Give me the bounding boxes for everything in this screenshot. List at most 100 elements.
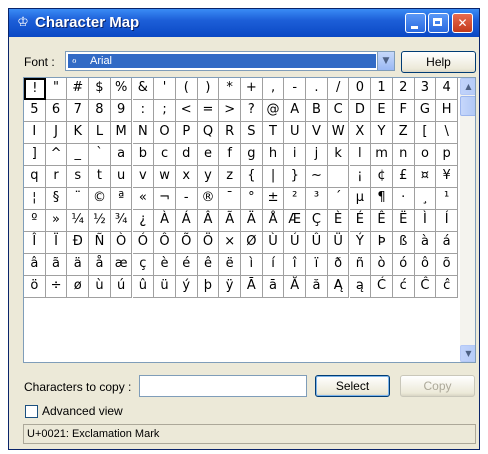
character-cell[interactable]: K bbox=[67, 122, 90, 144]
character-cell[interactable]: E bbox=[371, 100, 393, 122]
character-cell[interactable]: é bbox=[175, 254, 198, 276]
character-cell[interactable]: e bbox=[197, 144, 220, 166]
select-button[interactable]: Select bbox=[315, 375, 390, 397]
character-cell[interactable]: ´ bbox=[327, 188, 350, 210]
character-cell[interactable]: H bbox=[436, 100, 458, 122]
character-cell[interactable]: a bbox=[110, 144, 133, 166]
character-cell[interactable]: ¡ bbox=[349, 166, 372, 188]
maximize-button[interactable] bbox=[428, 13, 449, 33]
character-cell[interactable]: j bbox=[306, 144, 328, 166]
character-cell[interactable]: Ä bbox=[241, 210, 263, 232]
character-cell[interactable]: à bbox=[414, 232, 437, 254]
character-cell[interactable]: Ù bbox=[262, 232, 285, 254]
character-cell[interactable]: ç bbox=[132, 254, 155, 276]
character-cell[interactable] bbox=[327, 166, 350, 188]
character-cell[interactable]: 3 bbox=[414, 78, 437, 100]
character-cell[interactable]: Ç bbox=[306, 210, 328, 232]
character-cell[interactable]: 6 bbox=[45, 100, 68, 122]
character-cell[interactable]: Ð bbox=[67, 232, 90, 254]
character-cell[interactable]: 2 bbox=[392, 78, 415, 100]
character-cell[interactable]: É bbox=[349, 210, 372, 232]
character-cell[interactable]: s bbox=[67, 166, 90, 188]
character-cell[interactable]: ø bbox=[67, 276, 90, 298]
character-cell[interactable]: ï bbox=[306, 254, 328, 276]
character-cell[interactable]: J bbox=[45, 122, 68, 144]
character-cell[interactable]: " bbox=[45, 78, 68, 100]
character-cell[interactable]: ê bbox=[197, 254, 220, 276]
character-cell[interactable]: £ bbox=[392, 166, 415, 188]
character-cell[interactable]: ¥ bbox=[436, 166, 458, 188]
character-cell[interactable]: u bbox=[110, 166, 133, 188]
character-cell[interactable]: ¼ bbox=[67, 210, 90, 232]
character-cell[interactable]: r bbox=[45, 166, 68, 188]
character-cell[interactable]: 4 bbox=[436, 78, 458, 100]
character-cell[interactable]: b bbox=[132, 144, 155, 166]
character-grid[interactable]: ! " # $% & '() * +, -./0 1 2 3 4 5 6 7 8 9:; < = >? @ A B C D E F G H… bbox=[24, 78, 458, 362]
character-cell[interactable]: « bbox=[132, 188, 155, 210]
characters-to-copy-input[interactable] bbox=[139, 375, 307, 397]
character-cell[interactable]: Ò bbox=[110, 232, 133, 254]
character-cell[interactable]: ¯ bbox=[219, 188, 241, 210]
character-cell[interactable]: ì bbox=[241, 254, 263, 276]
character-cell[interactable]: ö bbox=[24, 276, 46, 298]
character-cell[interactable]: m bbox=[371, 144, 393, 166]
character-cell[interactable]: ¸ bbox=[414, 188, 437, 210]
character-cell[interactable]: . bbox=[306, 78, 328, 100]
character-cell[interactable]: p bbox=[436, 144, 458, 166]
character-cell[interactable]: L bbox=[89, 122, 111, 144]
character-cell[interactable]: Å bbox=[262, 210, 285, 232]
character-cell[interactable]: ¤ bbox=[414, 166, 437, 188]
advanced-view-checkbox[interactable] bbox=[25, 405, 38, 418]
character-cell[interactable]: 7 bbox=[67, 100, 90, 122]
character-cell[interactable]: ã bbox=[45, 254, 68, 276]
character-cell[interactable]: ó bbox=[392, 254, 415, 276]
character-cell[interactable]: Ñ bbox=[89, 232, 111, 254]
character-cell[interactable]: O bbox=[154, 122, 176, 144]
character-cell[interactable]: w bbox=[154, 166, 176, 188]
character-cell[interactable]: t bbox=[89, 166, 111, 188]
character-cell[interactable]: þ bbox=[197, 276, 220, 298]
character-cell[interactable]: > bbox=[219, 100, 241, 122]
character-cell[interactable]: Ú bbox=[284, 232, 307, 254]
character-cell[interactable]: á bbox=[436, 232, 458, 254]
character-cell[interactable]: h bbox=[262, 144, 285, 166]
character-cell[interactable]: k bbox=[327, 144, 350, 166]
character-cell[interactable]: $ bbox=[89, 78, 111, 100]
character-cell[interactable]: Ø bbox=[241, 232, 263, 254]
character-cell[interactable]: 5 bbox=[24, 100, 46, 122]
character-cell[interactable]: ô bbox=[414, 254, 437, 276]
character-cell[interactable]: W bbox=[327, 122, 350, 144]
character-cell[interactable]: ` bbox=[89, 144, 111, 166]
character-cell[interactable]: ¶ bbox=[371, 188, 393, 210]
help-button[interactable]: Help bbox=[401, 51, 476, 73]
character-cell[interactable]: Û bbox=[306, 232, 328, 254]
character-cell[interactable]: û bbox=[132, 276, 155, 298]
character-cell[interactable]: # bbox=[67, 78, 90, 100]
character-cell[interactable]: + bbox=[241, 78, 263, 100]
character-cell[interactable]: ë bbox=[219, 254, 241, 276]
character-cell[interactable]: ! bbox=[24, 78, 46, 100]
character-cell[interactable]: ] bbox=[24, 144, 46, 166]
character-cell[interactable]: Ć bbox=[371, 276, 393, 298]
character-cell[interactable]: N bbox=[132, 122, 155, 144]
character-cell[interactable]: â bbox=[24, 254, 46, 276]
character-cell[interactable]: R bbox=[219, 122, 241, 144]
character-cell[interactable]: Ă bbox=[284, 276, 307, 298]
scroll-up-button[interactable]: ▲ bbox=[460, 78, 475, 95]
character-cell[interactable]: § bbox=[45, 188, 68, 210]
character-cell[interactable]: / bbox=[327, 78, 350, 100]
character-cell[interactable]: ą bbox=[349, 276, 372, 298]
character-cell[interactable]: d bbox=[175, 144, 198, 166]
character-cell[interactable]: × bbox=[219, 232, 241, 254]
character-cell[interactable]: i bbox=[284, 144, 307, 166]
character-cell[interactable]: Â bbox=[197, 210, 220, 232]
character-cell[interactable]: Ā bbox=[241, 276, 263, 298]
character-cell[interactable]: ª bbox=[110, 188, 133, 210]
character-cell[interactable]: 8 bbox=[89, 100, 111, 122]
character-cell[interactable]: ć bbox=[392, 276, 415, 298]
character-cell[interactable]: } bbox=[284, 166, 307, 188]
character-cell[interactable]: * bbox=[219, 78, 241, 100]
character-cell[interactable]: P bbox=[175, 122, 198, 144]
character-cell[interactable]: ñ bbox=[349, 254, 372, 276]
vertical-scrollbar[interactable]: ▲ ▼ bbox=[460, 78, 475, 362]
